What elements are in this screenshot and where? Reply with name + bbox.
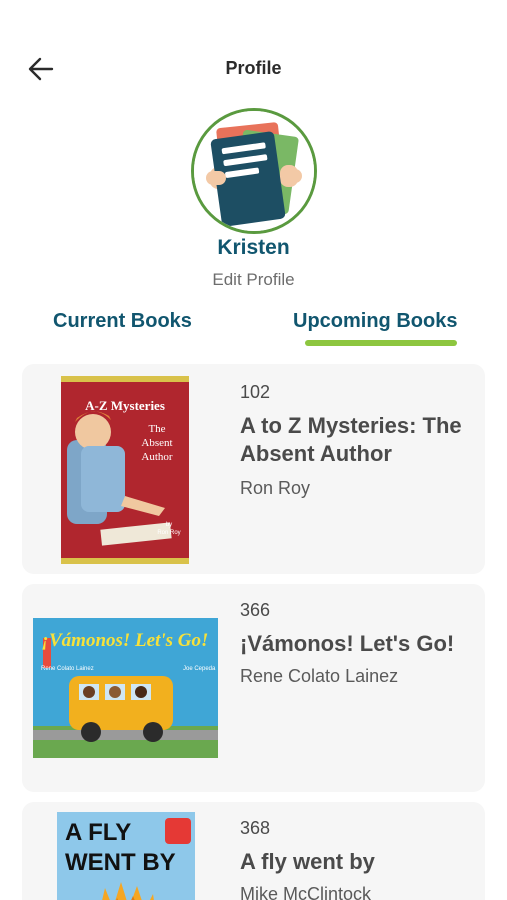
- cover-title-text: ¡Vámonos! Let's Go!: [42, 630, 209, 651]
- book-author: Ron Roy: [240, 478, 311, 498]
- cover-line1: A FLY: [65, 819, 131, 846]
- book-title: A to Z Mysteries: The Absent Author: [240, 413, 462, 466]
- header-bar: Profile: [0, 0, 507, 110]
- cover-author-text: Ron Roy: [157, 530, 180, 536]
- user-name: Kristen: [217, 236, 290, 259]
- book-cover: ¡Vámonos! Let's Go! Rene Colato Lainez J…: [33, 618, 218, 758]
- book-title: A fly went by: [240, 849, 375, 874]
- cover-title-line3: Author: [141, 451, 173, 463]
- book-number: 102: [240, 382, 271, 402]
- book-card[interactable]: A FLY WENT BY 368 A fly went by Mike McC…: [22, 802, 485, 900]
- cover-line2: WENT BY: [65, 849, 176, 876]
- book-title: ¡Vámonos! Let's Go!: [240, 631, 455, 656]
- book-card[interactable]: A-Z Mysteries The Absent Author by Ron R…: [22, 364, 485, 574]
- book-author: Mike McClintock: [240, 884, 372, 900]
- tab-upcoming-books[interactable]: Upcoming Books: [293, 310, 457, 333]
- active-tab-indicator: [305, 340, 457, 346]
- tab-bar: Current Books Upcoming Books: [0, 310, 507, 350]
- books-avatar-icon: [194, 111, 314, 231]
- cover-left-credit: Rene Colato Lainez: [41, 666, 94, 672]
- book-cover: A FLY WENT BY: [57, 812, 195, 900]
- cover-title-line1: The: [148, 423, 165, 435]
- cover-by-text: by: [166, 522, 172, 528]
- book-author: Rene Colato Lainez: [240, 666, 399, 686]
- cover-title-line2: Absent: [141, 437, 172, 449]
- book-number: 366: [240, 600, 271, 620]
- avatar[interactable]: [191, 108, 317, 234]
- book-number: 368: [240, 818, 271, 838]
- page-title: Profile: [225, 58, 282, 78]
- tab-current-books[interactable]: Current Books: [53, 310, 192, 333]
- book-card[interactable]: ¡Vámonos! Let's Go! Rene Colato Lainez J…: [22, 584, 485, 792]
- cover-right-credit: Joe Cepeda: [183, 666, 216, 672]
- book-cover: A-Z Mysteries The Absent Author by Ron R…: [61, 376, 189, 564]
- cover-series-text: A-Z Mysteries: [85, 398, 165, 413]
- edit-profile-link[interactable]: Edit Profile: [0, 270, 507, 290]
